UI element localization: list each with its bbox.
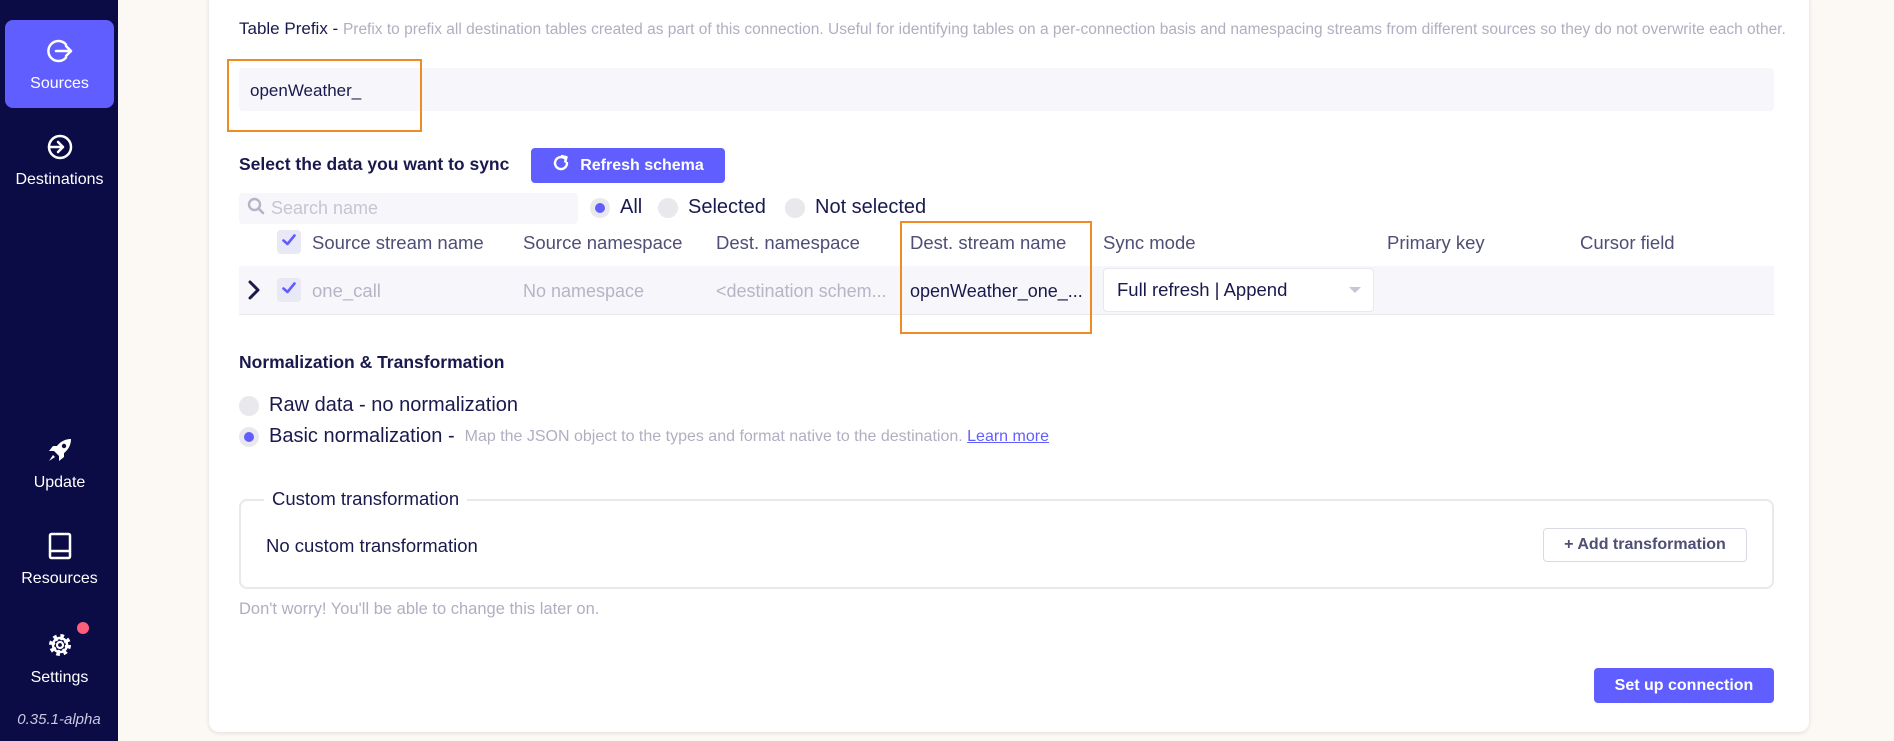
sidebar: Sources Destinations Update Resources Se… [0,0,118,741]
normalization-option-label: Raw data - no normalization [269,394,519,416]
refresh-icon [552,154,570,177]
source-arrow-icon [45,35,75,67]
stream-checkbox[interactable] [277,278,301,302]
basic-normalization-radio[interactable]: Basic normalization - Map the JSON objec… [239,425,1049,448]
raw-data-radio[interactable]: Raw data - no normalization [239,394,518,417]
column-header-sync-mode: Sync mode [1103,232,1196,253]
table-prefix-label: Table Prefix - Prefix to prefix all dest… [239,18,1809,41]
table-prefix-input[interactable]: openWeather_ [239,68,1774,111]
learn-more-link[interactable]: Learn more [967,428,1049,445]
column-header-cursor-field: Cursor field [1580,232,1675,253]
radio-indicator [590,197,610,218]
source-namespace: No namespace [523,281,645,301]
sidebar-item-label: Resources [21,570,98,587]
notification-dot [77,622,89,634]
normalization-option-label: Basic normalization - [269,425,455,447]
filter-label: Selected [688,196,766,218]
expand-row-chevron-icon[interactable] [247,280,261,305]
filter-all-radio[interactable]: All [590,196,642,219]
filter-label: Not selected [815,196,927,218]
sidebar-item-settings[interactable]: Settings [5,614,114,702]
table-prefix-hint: Prefix to prefix all destination tables … [342,21,1786,38]
sidebar-item-destinations[interactable]: Destinations [5,116,114,204]
dest-namespace: <destination schem... [716,281,887,301]
sidebar-item-label: Update [33,474,86,491]
sidebar-item-label: Settings [30,669,89,686]
rocket-icon [45,434,75,466]
stream-search-box[interactable] [239,193,578,224]
radio-indicator [239,426,259,447]
gear-icon [45,629,75,661]
destination-arrow-icon [45,131,75,163]
source-stream-name: one_call [312,280,381,301]
filter-label: All [620,196,643,218]
sidebar-item-sources[interactable]: Sources [5,20,114,108]
refresh-schema-button[interactable]: Refresh schema [531,148,725,183]
table-prefix-title: Table Prefix - [239,19,339,38]
column-header-dest-namespace: Dest. namespace [716,232,860,253]
radio-indicator [658,197,678,218]
footer-note: Don't worry! You'll be able to change th… [239,600,600,618]
filter-selected-radio[interactable]: Selected [658,196,766,219]
sidebar-item-label: Sources [30,75,89,92]
add-transformation-button[interactable]: + Add transformation [1543,528,1747,562]
sidebar-item-resources[interactable]: Resources [5,515,114,603]
normalization-title: Normalization & Transformation [239,352,505,372]
refresh-schema-label: Refresh schema [580,156,704,174]
filter-not-selected-radio[interactable]: Not selected [785,196,926,219]
dest-stream-highlight-box [900,221,1092,334]
select-all-checkbox[interactable] [277,230,301,254]
book-icon [45,530,75,562]
search-icon [247,197,265,220]
sidebar-item-label: Destinations [15,171,104,188]
radio-indicator [785,197,805,218]
set-up-connection-button[interactable]: Set up connection [1594,668,1774,703]
radio-indicator [239,395,259,416]
sync-mode-value: Full refresh | Append [1117,279,1288,300]
check-icon [281,232,297,253]
no-transformation-text: No custom transformation [266,535,478,556]
sync-section-title: Select the data you want to sync [239,154,510,174]
custom-transformation-legend: Custom transformation [264,488,468,510]
basic-normalization-hint: Map the JSON object to the types and for… [465,428,1049,446]
chevron-down-icon [1349,287,1361,293]
check-icon [281,280,297,301]
sidebar-item-update[interactable]: Update [5,419,114,507]
search-input[interactable] [271,198,571,219]
column-header-source-stream: Source stream name [312,232,484,253]
basic-normalization-hint-text: Map the JSON object to the types and for… [464,427,963,445]
version-label: 0.35.1-alpha [17,711,101,728]
prefix-highlight-box [227,59,422,132]
sync-mode-select[interactable]: Full refresh | Append [1103,268,1374,312]
column-header-primary-key: Primary key [1387,232,1485,253]
column-header-source-namespace: Source namespace [523,232,683,253]
